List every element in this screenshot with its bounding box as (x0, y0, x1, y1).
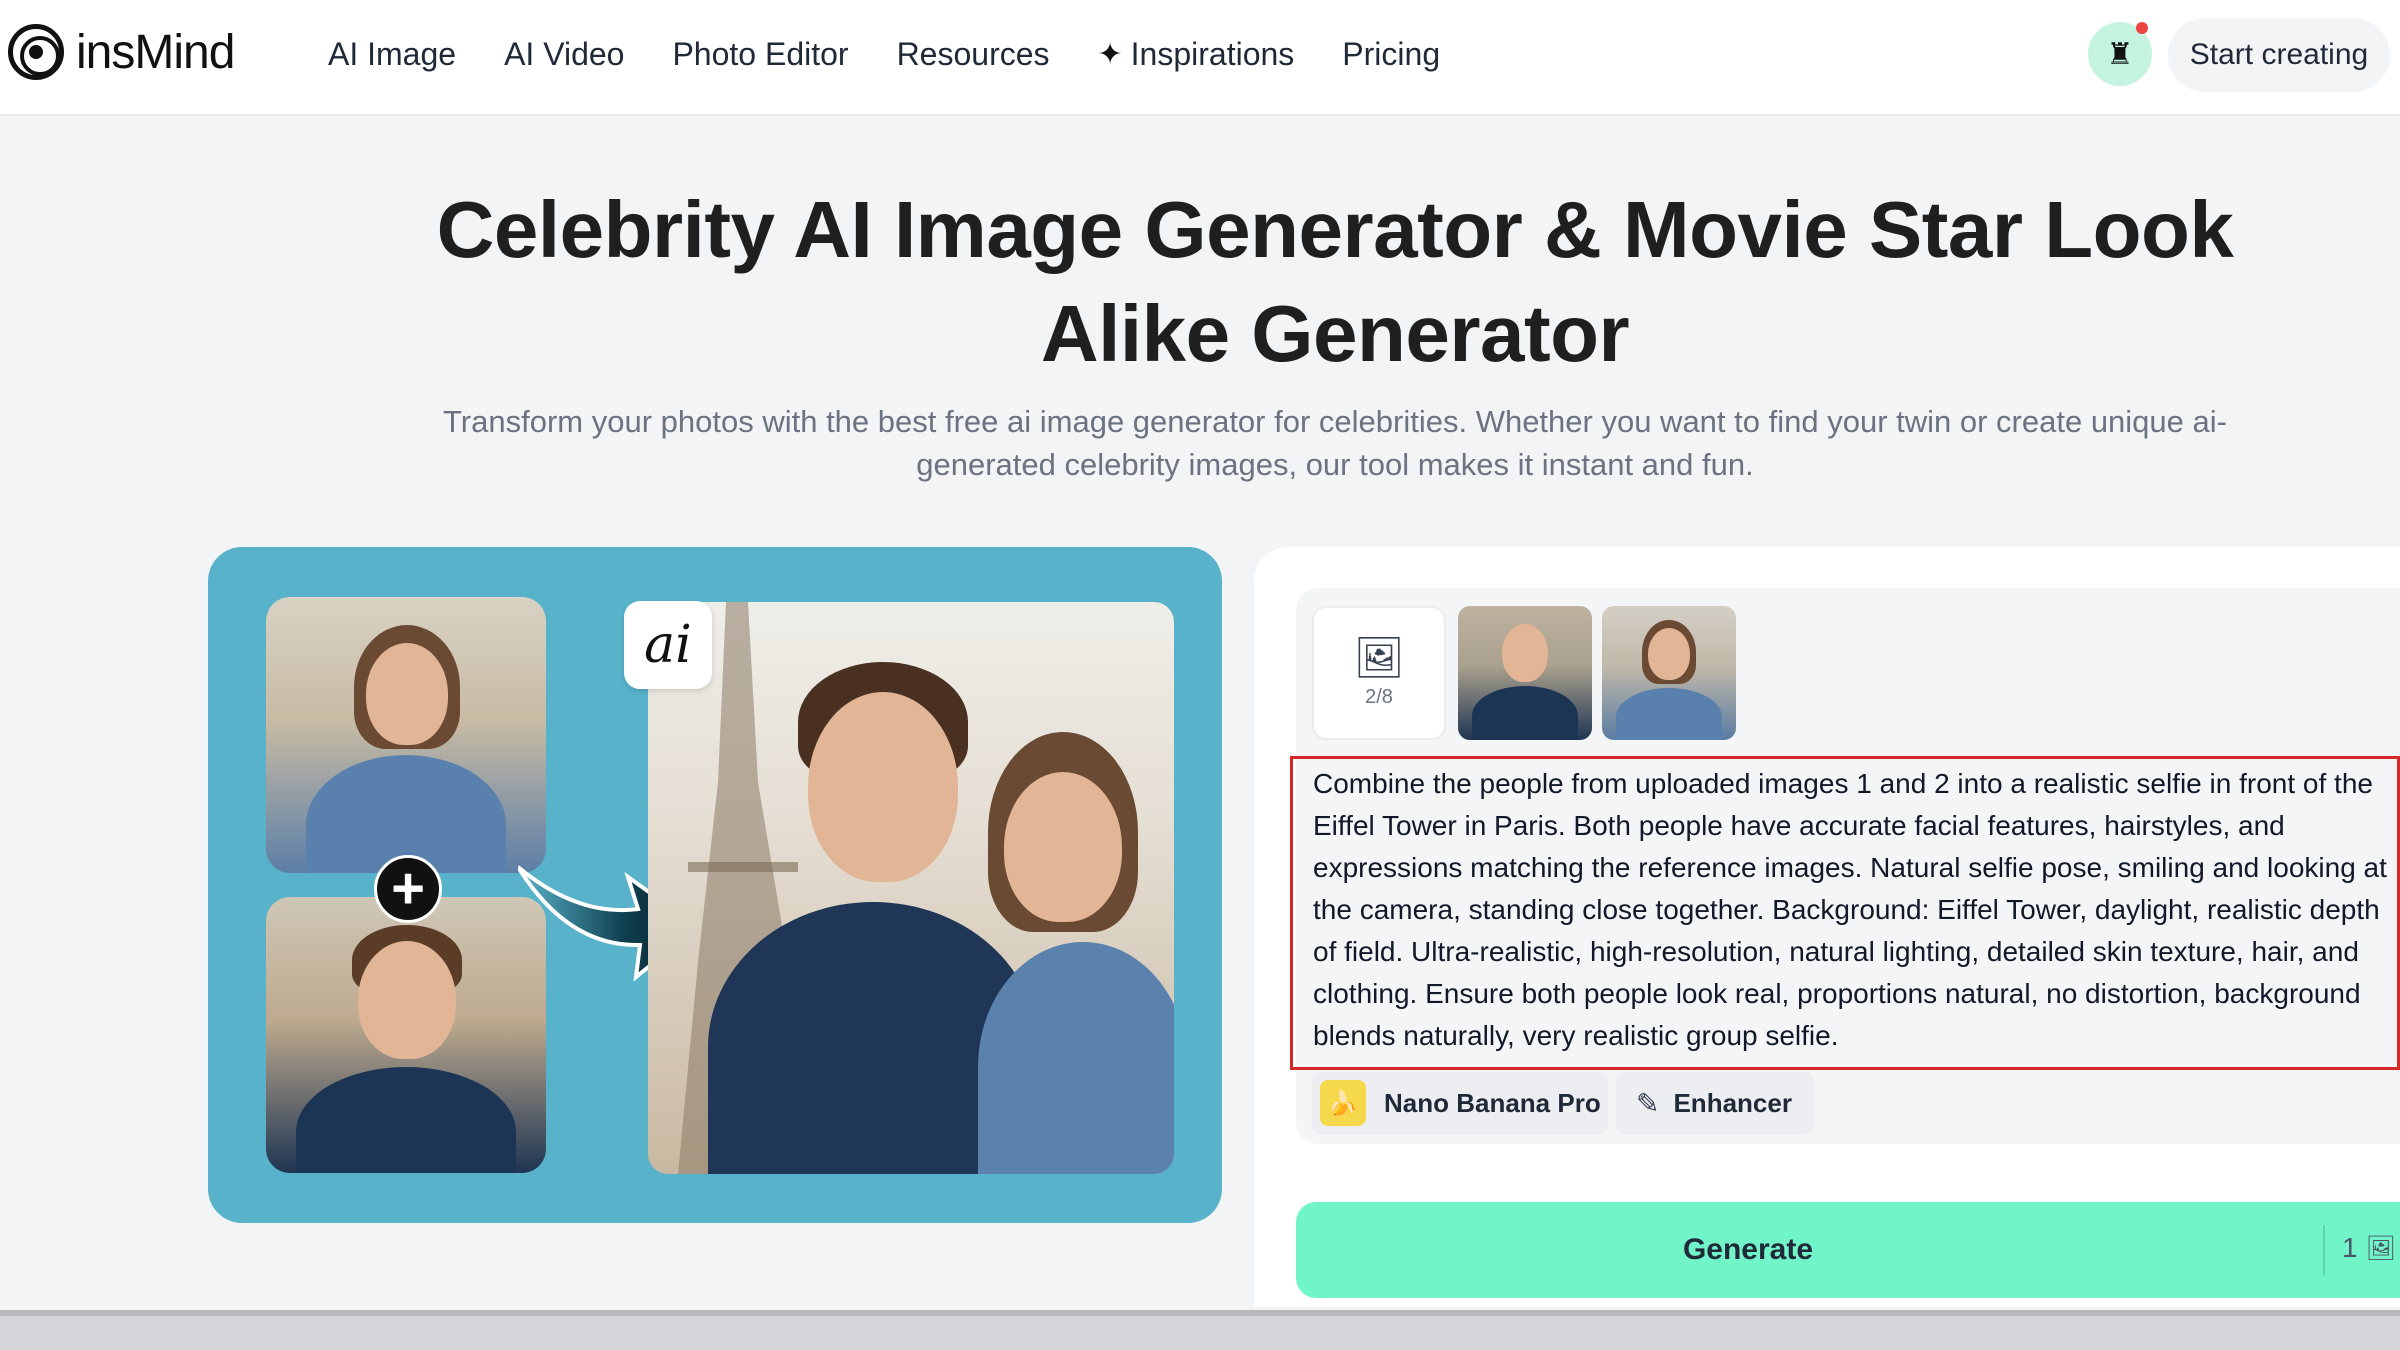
credit-count: 1 (2342, 1232, 2358, 1263)
generate-label: Generate (1682, 1233, 1814, 1266)
nav-pricing[interactable]: Pricing (1342, 36, 1440, 73)
generate-button[interactable]: Generate (1296, 1202, 2400, 1298)
nav-inspirations[interactable]: ✦ Inspirations (1098, 36, 1295, 73)
avatar-icon: ♜ (2106, 37, 2134, 71)
nav-resources[interactable]: Resources (897, 36, 1050, 73)
shirt-shape (296, 1067, 516, 1173)
nav-label: Resources (896, 35, 1050, 72)
nav-label: AI Video (504, 35, 625, 72)
page-title: Celebrity AI Image Generator & Movie Sta… (436, 185, 2234, 378)
image-upload-icon: 🖼 (1353, 635, 1405, 680)
jacket-shape (1616, 688, 1722, 740)
nav-ai-video[interactable]: AI Video (504, 36, 624, 73)
enhancer-label: Enhancer (1673, 1087, 1792, 1118)
top-header: insMind AI Image AI Video Photo Editor R… (0, 0, 2400, 116)
logo-text: insMind (76, 25, 235, 79)
example-input-woman-photo (266, 597, 546, 873)
sparkle-icon: ✦ (1097, 37, 1123, 71)
upload-image-button[interactable]: 🖼 2/8 (1312, 606, 1446, 740)
image-credit-icon: 🖼 (2365, 1234, 2397, 1262)
plus-icon: + (374, 855, 442, 923)
model-selector[interactable]: 🍌 Nano Banana Pro (1312, 1072, 1608, 1134)
credit-cost: 1 🖼 (2342, 1232, 2396, 1264)
example-result-selfie (648, 602, 1174, 1174)
woman-face-shape (1004, 772, 1122, 922)
notification-dot (2136, 22, 2148, 34)
ai-logo-icon: ai (624, 601, 712, 689)
face-shape (1648, 628, 1690, 680)
enhancer-toggle[interactable]: ✎ Enhancer (1616, 1072, 1814, 1134)
nav-label: AI Image (328, 35, 457, 72)
logo[interactable]: insMind (8, 20, 235, 84)
face-shape (1502, 624, 1548, 682)
banana-model-icon: 🍌 (1320, 1080, 1366, 1126)
nav-photo-editor[interactable]: Photo Editor (672, 36, 848, 73)
nav-ai-image[interactable]: AI Image (328, 36, 456, 73)
man-face-shape (808, 692, 958, 882)
nav-label: Photo Editor (672, 35, 849, 72)
shirt-shape (1472, 686, 1578, 740)
upload-count: 2/8 (1365, 685, 1393, 708)
example-input-man-photo (266, 897, 546, 1173)
generate-divider (2323, 1225, 2325, 1275)
main-nav: AI Image AI Video Photo Editor Resources… (328, 28, 1488, 80)
nav-label: Pricing (1342, 35, 1441, 72)
page-subtitle: Transform your photos with the best free… (443, 404, 2227, 482)
nav-label: Inspirations (1130, 35, 1295, 72)
example-preview-card: + ai (208, 547, 1222, 1223)
face-shape (358, 941, 456, 1059)
model-label: Nano Banana Pro (1384, 1087, 1601, 1118)
reference-image-1[interactable] (1458, 606, 1592, 740)
start-creating-button[interactable]: Start creating (2168, 18, 2390, 92)
reference-image-2[interactable] (1602, 606, 1736, 740)
bottom-scroll-strip (0, 1310, 2400, 1350)
prompt-textarea[interactable]: Combine the people from uploaded images … (1290, 756, 2400, 1070)
face-shape (366, 643, 448, 745)
enhancer-icon: ✎ (1636, 1087, 1660, 1119)
logo-mark-icon (8, 24, 64, 80)
